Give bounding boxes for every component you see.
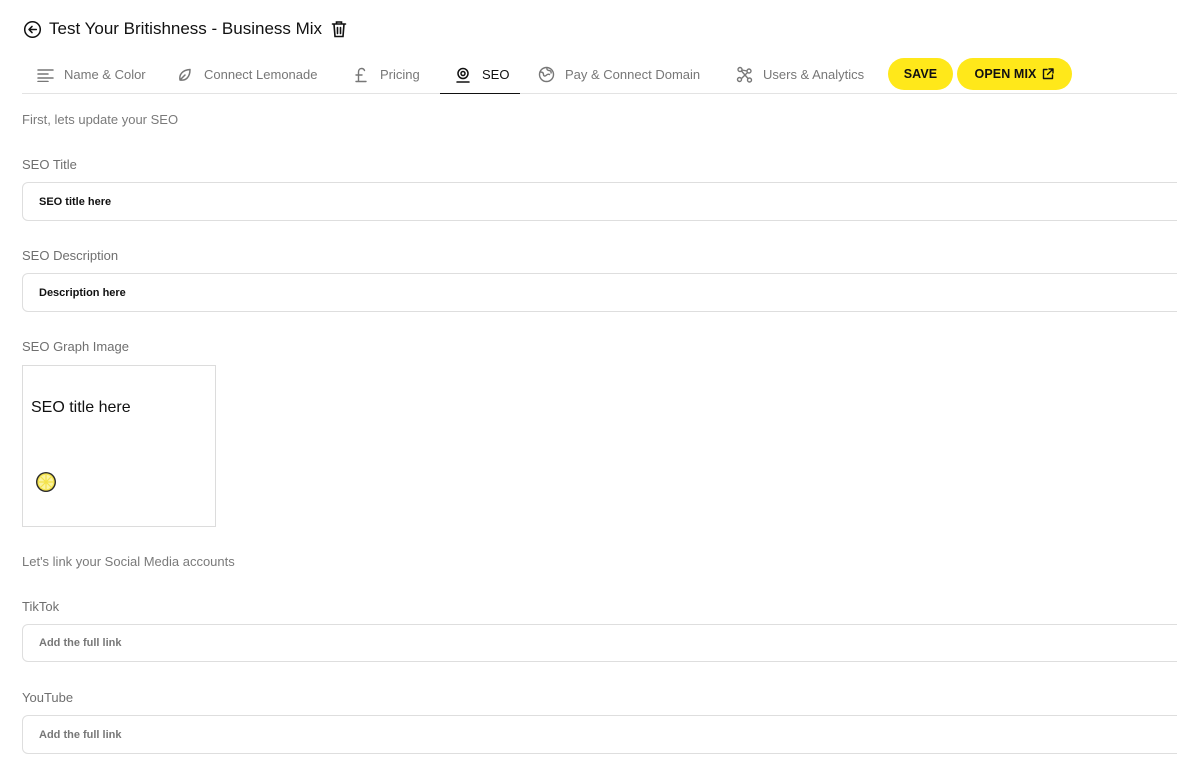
page-title: Test Your Britishness - Business Mix bbox=[49, 19, 323, 38]
seo-graph-image-label: SEO Graph Image bbox=[22, 339, 129, 354]
tab-name-and-color[interactable]: Name & Color bbox=[36, 56, 146, 93]
external-link-icon bbox=[1042, 68, 1055, 80]
webcam-icon bbox=[454, 66, 472, 84]
tab-label: Pay & Connect Domain bbox=[565, 67, 701, 82]
seo-description-input[interactable] bbox=[22, 273, 1177, 312]
seo-title-label: SEO Title bbox=[22, 157, 77, 172]
leaf-icon bbox=[176, 66, 194, 84]
tiktok-input[interactable] bbox=[22, 624, 1177, 662]
youtube-label: YouTube bbox=[22, 690, 74, 705]
graph-card-title: SEO title here bbox=[31, 399, 131, 416]
arrow-left-circle-icon[interactable] bbox=[22, 19, 42, 39]
globe-icon bbox=[537, 66, 555, 84]
lemon-slice-icon bbox=[35, 471, 57, 493]
tab-users-analytics[interactable]: Users & Analytics bbox=[735, 56, 864, 93]
tab-pricing[interactable]: Pricing bbox=[352, 56, 420, 93]
open-mix-label: OPEN MIX bbox=[974, 67, 1037, 81]
seo-title-input[interactable] bbox=[22, 182, 1177, 221]
open-mix-button[interactable]: OPEN MIX bbox=[957, 58, 1072, 90]
tab-connect-lemonade[interactable]: Connect Lemonade bbox=[176, 56, 317, 93]
tiktok-label: TikTok bbox=[22, 599, 60, 614]
tab-seo[interactable]: SEO bbox=[440, 56, 520, 94]
align-left-icon bbox=[36, 66, 54, 84]
tab-label: Users & Analytics bbox=[763, 67, 865, 82]
page-header: Test Your Britishness - Business Mix bbox=[22, 17, 348, 41]
save-button[interactable]: SAVE bbox=[888, 58, 953, 90]
seo-intro-text: First, lets update your SEO bbox=[22, 112, 179, 127]
youtube-input[interactable] bbox=[22, 715, 1177, 754]
network-icon bbox=[735, 66, 753, 84]
tab-pay-connect-domain[interactable]: Pay & Connect Domain bbox=[537, 56, 700, 93]
pound-icon bbox=[352, 66, 370, 84]
tab-label: Name & Color bbox=[64, 67, 146, 82]
social-intro-text: Let's link your Social Media accounts bbox=[22, 554, 235, 569]
seo-description-label: SEO Description bbox=[22, 248, 119, 263]
tab-label: Pricing bbox=[380, 67, 420, 82]
seo-graph-image-preview[interactable]: SEO title here bbox=[22, 365, 216, 527]
tab-label: Connect Lemonade bbox=[204, 67, 318, 82]
tab-bar: Name & Color Connect Lemonade Pricing SE… bbox=[22, 56, 1177, 94]
trash-icon[interactable] bbox=[330, 19, 348, 39]
tab-label: SEO bbox=[482, 67, 510, 82]
